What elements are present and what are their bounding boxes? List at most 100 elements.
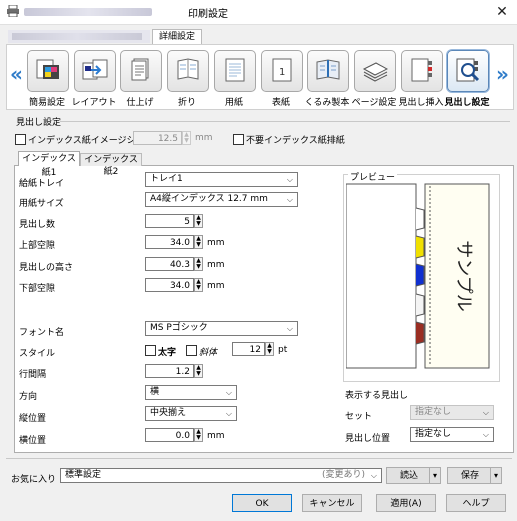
simple-settings-icon [36, 59, 59, 79]
chevron-down-icon: ⌵ [225, 409, 232, 418]
tray-select[interactable]: トレイ1 ⌵ [145, 172, 298, 187]
svg-text:1: 1 [279, 67, 285, 78]
ok-button[interactable]: OK [232, 494, 292, 512]
preview-image: サンプル [346, 183, 490, 369]
index-insert-icon [411, 58, 432, 82]
page-setting-icon [362, 62, 388, 82]
preview-tab [415, 293, 425, 317]
load-button[interactable]: 読込 ▾ [386, 467, 441, 484]
cancel-button[interactable]: キャンセル [302, 494, 362, 512]
tab-height-unit: mm [207, 260, 225, 270]
ribbon-button-paper[interactable] [214, 50, 256, 92]
ribbon-label-active: 見出し設定 [444, 98, 490, 108]
tab-count-input[interactable]: 5 [145, 214, 194, 228]
top-gap-label: 上部空隙 [19, 241, 56, 251]
chevron-down-icon: ⌵ [482, 408, 489, 417]
horizontal-position-input[interactable]: 0.0 [145, 428, 194, 442]
font-name-label: フォント名 [19, 328, 65, 338]
preview-tab [415, 207, 425, 231]
tab-height-spinner[interactable]: ▲ ▼ [194, 257, 203, 271]
vertical-position-select[interactable]: 中央揃え ⌵ [145, 406, 237, 421]
help-button[interactable]: ヘルプ [446, 494, 506, 512]
top-gap-spinner[interactable]: ▲ ▼ [194, 235, 203, 249]
tab-printer-redacted[interactable] [8, 30, 150, 43]
ribbon-button-index-insert[interactable] [401, 50, 443, 92]
finishing-icon [131, 58, 149, 81]
discard-index-checkbox[interactable] [233, 134, 244, 145]
chevron-down-icon: ⌵ [370, 471, 377, 480]
preview-tab [415, 235, 425, 259]
ribbon-button-index-settings[interactable] [447, 50, 489, 92]
bottom-gap-unit: mm [207, 281, 225, 291]
line-spacing-spinner[interactable]: ▲ ▼ [194, 364, 203, 378]
horizontal-position-label: 横位置 [19, 436, 47, 446]
set-select[interactable]: 指定なし ⌵ [410, 405, 494, 420]
font-name-value: MS Pゴシック [150, 323, 208, 333]
chevron-down-icon[interactable]: ▾ [490, 468, 501, 484]
font-size-input[interactable]: 12 [232, 342, 265, 356]
font-size-spinner[interactable]: ▲ ▼ [265, 342, 274, 356]
line-spacing-input[interactable]: 1.2 [145, 364, 194, 378]
tab-position-value: 指定なし [415, 429, 452, 439]
paper-size-value: A4縦インデックス 12.7 mm [150, 194, 268, 204]
title-bar: 印刷設定 ✕ [0, 0, 517, 25]
display-tab-label: 表示する見出し [345, 391, 409, 401]
save-button[interactable]: 保存 ▾ [447, 467, 502, 484]
image-shift-checkbox[interactable] [15, 134, 26, 145]
window-title: 印刷設定 [188, 9, 228, 20]
cover-icon: 1 [272, 58, 292, 82]
tab-index-sheet-2[interactable]: インデックス紙2 [80, 153, 142, 177]
ribbon-button-fold[interactable] [167, 50, 209, 92]
tab-position-select[interactable]: 指定なし ⌵ [410, 427, 494, 442]
ribbon-scroll-left-icon[interactable]: « [10, 62, 23, 86]
image-shift-input[interactable]: 12.5 [133, 131, 182, 145]
set-label: セット [345, 412, 373, 422]
ribbon-button-perfect-bind[interactable] [307, 50, 349, 92]
printer-name-redacted [24, 8, 152, 16]
printer-icon [7, 5, 19, 17]
preview-left-page [346, 183, 417, 369]
preview-tab [415, 321, 425, 345]
ribbon-label: 用紙 [224, 98, 243, 108]
vertical-position-label: 縦位置 [19, 414, 47, 424]
ribbon-label: ページ設定 [351, 98, 397, 108]
font-name-select[interactable]: MS Pゴシック ⌵ [145, 321, 298, 336]
italic-label: 斜体 [199, 348, 218, 358]
tab-height-label: 見出しの高さ [19, 263, 74, 273]
ribbon-button-finishing[interactable] [120, 50, 162, 92]
chevron-down-icon[interactable]: ▾ [429, 468, 440, 484]
tab-detail-settings[interactable]: 詳細設定 [152, 29, 202, 45]
direction-select[interactable]: 横 ⌵ [145, 385, 237, 400]
italic-checkbox[interactable] [186, 345, 197, 356]
apply-button[interactable]: 適用(A) [376, 494, 436, 512]
index-settings-icon [456, 58, 480, 82]
ribbon-button-layout[interactable] [74, 50, 116, 92]
tab-height-input[interactable]: 40.3 [145, 257, 194, 271]
favorites-select[interactable]: 標準設定 (変更あり) ⌵ [60, 468, 382, 483]
favorites-changed-note: (変更あり) [321, 470, 365, 480]
paper-icon [225, 58, 245, 82]
close-button[interactable]: ✕ [492, 2, 512, 22]
preview-sample-text: サンプル [453, 240, 474, 311]
bottom-gap-label: 下部空隙 [19, 284, 56, 294]
ribbon-button-page-setting[interactable] [354, 50, 396, 92]
tab-count-label: 見出し数 [19, 220, 56, 230]
horizontal-position-spinner[interactable]: ▲ ▼ [194, 428, 203, 442]
fold-icon [177, 58, 199, 80]
paper-size-select[interactable]: A4縦インデックス 12.7 mm ⌵ [145, 192, 298, 207]
favorites-value: 標準設定 [65, 470, 102, 480]
bold-checkbox[interactable] [145, 345, 156, 356]
bottom-gap-spinner[interactable]: ▲ ▼ [194, 278, 203, 292]
section-divider [60, 121, 510, 122]
ribbon-button-cover[interactable]: 1 [261, 50, 303, 92]
ribbon-scroll-right-icon[interactable]: » [496, 62, 509, 86]
top-gap-input[interactable]: 34.0 [145, 235, 194, 249]
favorites-divider [6, 458, 512, 459]
ribbon-button-simple[interactable] [27, 50, 69, 92]
preview-tab [415, 263, 425, 287]
bottom-gap-input[interactable]: 34.0 [145, 278, 194, 292]
image-shift-spinner[interactable]: ▲ ▼ [182, 131, 191, 145]
tab-index-sheet-1[interactable]: インデックス紙1 [18, 151, 80, 178]
direction-value: 横 [150, 387, 160, 397]
tab-count-spinner[interactable]: ▲ ▼ [194, 214, 203, 228]
